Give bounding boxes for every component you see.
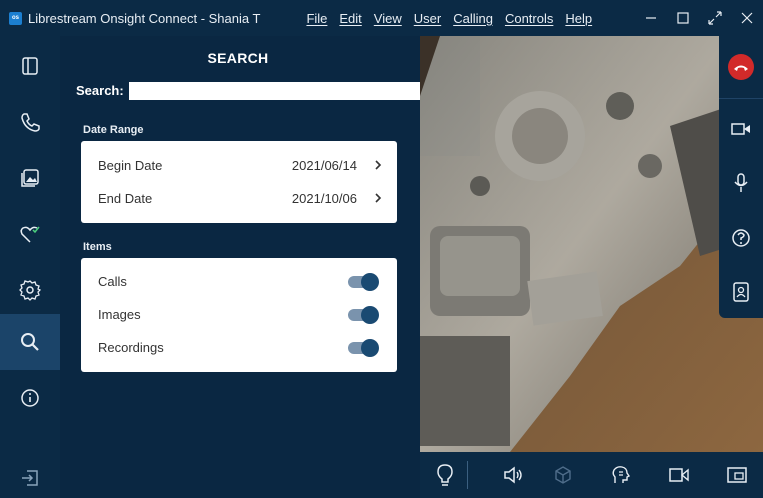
speaker-icon: [504, 466, 522, 484]
expand-icon: [708, 11, 722, 25]
menu-help[interactable]: Help: [565, 11, 592, 26]
video-toggle-button[interactable]: [719, 116, 763, 142]
video-camera-icon: [731, 123, 750, 135]
search-input[interactable]: [129, 82, 430, 100]
end-date-row[interactable]: End Date 2021/10/06: [81, 182, 397, 215]
minimize-button[interactable]: [635, 0, 667, 36]
speaker-button[interactable]: [493, 452, 533, 498]
flashlight-button[interactable]: [425, 452, 465, 498]
gear-icon: [19, 280, 41, 301]
video-camera-icon: [669, 468, 689, 482]
telestrate-button[interactable]: [601, 452, 641, 498]
microphone-button[interactable]: [719, 170, 763, 196]
recordings-toggle[interactable]: [348, 339, 379, 357]
fullscreen-button[interactable]: [699, 0, 731, 36]
images-toggle[interactable]: [348, 306, 379, 324]
nav-settings[interactable]: [0, 262, 60, 318]
video-feed[interactable]: [420, 36, 763, 452]
menu-bar: File Edit View User Calling Controls Hel…: [306, 11, 604, 26]
video-frame-image: [420, 36, 763, 452]
menu-controls[interactable]: Controls: [505, 11, 553, 26]
nav-calls[interactable]: [0, 94, 60, 150]
divider: [719, 98, 763, 99]
image-gallery-icon: [21, 169, 39, 187]
date-range-card: Begin Date 2021/06/14 End Date 2021/10/0…: [81, 141, 397, 223]
end-date-label: End Date: [98, 191, 153, 206]
calls-label: Calls: [98, 274, 127, 289]
close-icon: [741, 12, 753, 24]
nav-logout[interactable]: [0, 450, 60, 498]
media-controls-bar: [420, 452, 763, 498]
title-bar: os Librestream Onsight Connect - Shania …: [0, 0, 763, 36]
info-icon: [21, 389, 39, 407]
images-label: Images: [98, 307, 141, 322]
picture-in-picture-icon: [727, 467, 747, 483]
search-panel: SEARCH Search: Date Range Begin Date 202…: [60, 36, 453, 498]
panel-title: SEARCH: [207, 50, 269, 66]
minimize-icon: [646, 17, 656, 19]
lightbulb-icon: [437, 464, 453, 486]
end-date-value: 2021/10/06: [291, 191, 357, 206]
help-icon: [732, 229, 750, 247]
logout-icon: [22, 470, 38, 486]
menu-user[interactable]: User: [414, 11, 441, 26]
end-call-button[interactable]: [719, 54, 763, 80]
maximize-button[interactable]: [667, 0, 699, 36]
help-button[interactable]: [719, 225, 763, 251]
search-label: Search:: [76, 83, 124, 98]
maximize-icon: [677, 12, 689, 24]
nav-search[interactable]: [0, 314, 60, 370]
phone-icon: [21, 113, 40, 132]
calls-row: Calls: [81, 265, 397, 298]
ar-object-button: [543, 452, 583, 498]
sidebar-icon: [22, 57, 38, 75]
picture-in-picture-button[interactable]: [717, 452, 757, 498]
calls-toggle[interactable]: [348, 273, 379, 291]
begin-date-row[interactable]: Begin Date 2021/06/14: [81, 149, 397, 182]
nav-favorites[interactable]: [0, 206, 60, 262]
recordings-row: Recordings: [81, 331, 397, 364]
microphone-icon: [734, 173, 748, 192]
heart-check-icon: [20, 226, 40, 243]
record-video-button[interactable]: [659, 452, 699, 498]
menu-file[interactable]: File: [306, 11, 327, 26]
call-controls-bar: [719, 36, 763, 318]
telestrate-icon: [612, 466, 631, 483]
left-nav: [0, 36, 60, 498]
chevron-right-icon: [375, 193, 382, 203]
chevron-right-icon: [375, 160, 382, 170]
begin-date-label: Begin Date: [98, 158, 163, 173]
search-icon: [21, 333, 39, 351]
nav-collapse-panel[interactable]: [0, 38, 60, 94]
menu-edit[interactable]: Edit: [339, 11, 361, 26]
items-heading: Items: [83, 241, 112, 253]
contacts-button[interactable]: [719, 279, 763, 305]
end-call-icon: [728, 54, 754, 80]
begin-date-value: 2021/06/14: [291, 158, 357, 173]
app-logo-icon: os: [9, 11, 22, 25]
nav-about[interactable]: [0, 370, 60, 426]
nav-gallery[interactable]: [0, 150, 60, 206]
cube-icon: [555, 466, 571, 484]
items-card: Calls Images Recordings: [81, 258, 397, 372]
menu-calling[interactable]: Calling: [453, 11, 493, 26]
recordings-label: Recordings: [98, 340, 164, 355]
divider: [467, 461, 468, 489]
close-button[interactable]: [731, 0, 763, 36]
window-title: Librestream Onsight Connect - Shania T: [28, 10, 261, 26]
menu-view[interactable]: View: [374, 11, 402, 26]
date-range-heading: Date Range: [83, 124, 144, 136]
images-row: Images: [81, 298, 397, 331]
contacts-icon: [733, 282, 749, 302]
